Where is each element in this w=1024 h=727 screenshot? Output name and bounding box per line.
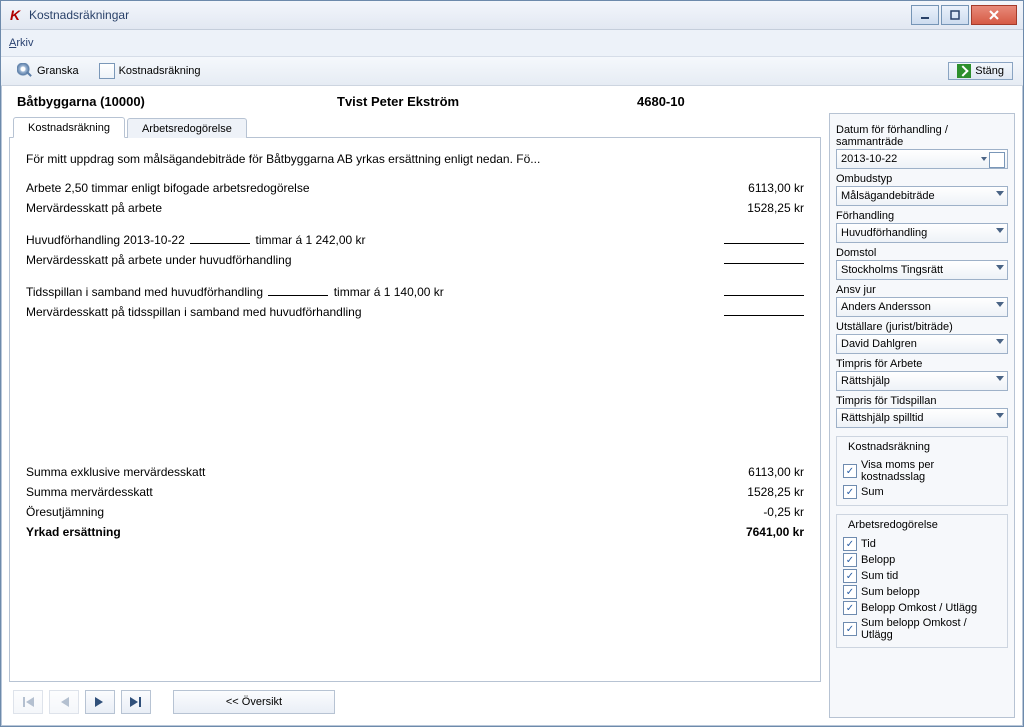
oresutjamning-amount: -0,25 kr [684,502,804,522]
oresutjamning-label: Öresutjämning [26,502,684,522]
row-arbete-amount: 6113,00 kr [684,178,804,198]
close-button[interactable] [971,5,1017,25]
group-arbetsredogorelse: Arbetsredogörelse ✓Tid ✓Belopp ✓Sum tid … [836,514,1008,648]
forhandling-select[interactable]: Huvudförhandling [836,223,1008,243]
sum-moms-amount: 1528,25 kr [684,482,804,502]
chk-sumbelopp-omkost[interactable]: ✓Sum belopp Omkost / Utlägg [843,617,1001,641]
nav-prev-button[interactable] [49,690,79,714]
chevron-down-icon [996,339,1004,344]
row-tidspillan-label: Tidsspillan i samband med huvudförhandli… [26,282,684,302]
client-name: Båtbyggarna (10000) [17,94,337,109]
toolbar-kostnadsrakning-label: Kostnadsräkning [119,65,201,77]
row-arbete-label: Arbete 2,50 timmar enligt bifogade arbet… [26,178,684,198]
group-kostnadsrakning-legend: Kostnadsräkning [845,441,933,453]
app-icon: K [7,7,23,23]
utstallare-select[interactable]: David Dahlgren [836,334,1008,354]
chk-tid[interactable]: ✓Tid [843,537,1001,551]
chk-visa-moms[interactable]: ✓Visa moms per kostnadsslag [843,459,1001,483]
titlebar: K Kostnadsräkningar [1,1,1023,30]
date-input[interactable]: 2013-10-22 [836,149,1008,169]
close-panel-button[interactable]: Stäng [948,62,1013,80]
yrkad-label: Yrkad ersättning [26,522,684,542]
chevron-down-icon [981,157,987,161]
chevron-down-icon [996,413,1004,418]
menu-arkiv[interactable]: Arkiv [9,37,33,49]
oversikt-button[interactable]: << Översikt [173,690,335,714]
group-arbetsredogorelse-legend: Arbetsredogörelse [845,519,941,531]
tab-kostnadsrakning[interactable]: Kostnadsräkning [13,117,125,138]
ansvjur-select[interactable]: Anders Andersson [836,297,1008,317]
case-header: Båtbyggarna (10000) Tvist Peter Ekström … [1,86,1023,113]
document-icon [99,63,115,79]
label-domstol: Domstol [836,247,1008,259]
toolbar-kostnadsrakning[interactable]: Kostnadsräkning [93,61,207,81]
nav-last-button[interactable] [121,690,151,714]
toolbar: Granska Kostnadsräkning Stäng [1,57,1023,86]
row-moms-tidspillan-label: Mervärdesskatt på tidsspillan i samband … [26,302,684,322]
content-area: Kostnadsräkning Arbetsredogörelse För mi… [1,113,1023,726]
yrkad-amount: 7641,00 kr [684,522,804,542]
chevron-down-icon [996,265,1004,270]
chevron-down-icon [996,376,1004,381]
menubar: Arkiv [1,30,1023,57]
ombudstyp-select[interactable]: Målsägandebiträde [836,186,1008,206]
sum-moms-label: Summa mervärdesskatt [26,482,684,502]
case-name: Tvist Peter Ekström [337,94,637,109]
doc-intro: För mitt uppdrag som målsägandebiträde f… [26,150,804,168]
chevron-down-icon [996,302,1004,307]
row-moms-arbete-label: Mervärdesskatt på arbete [26,198,684,218]
close-panel-label: Stäng [975,65,1004,77]
label-ansvjur: Ansv jur [836,284,1008,296]
minimize-button[interactable] [911,5,939,25]
document-view: För mitt uppdrag som målsägandebiträde f… [9,138,821,682]
row-moms-tidspillan-amount [684,302,804,322]
window-controls [911,5,1017,25]
chk-sumtid[interactable]: ✓Sum tid [843,569,1001,583]
side-panel: Datum för förhandling / sammanträde 2013… [829,113,1015,718]
domstol-select[interactable]: Stockholms Tingsrätt [836,260,1008,280]
record-nav: << Översikt [9,682,821,718]
chk-belopp[interactable]: ✓Belopp [843,553,1001,567]
window-title: Kostnadsräkningar [29,8,129,22]
label-forhandling: Förhandling [836,210,1008,222]
left-column: Kostnadsräkning Arbetsredogörelse För mi… [9,113,821,718]
magnifier-icon [17,63,33,79]
row-tidspillan-amount [684,282,804,302]
sum-excl-amount: 6113,00 kr [684,462,804,482]
label-tptidspillan: Timpris för Tidspillan [836,395,1008,407]
toolbar-granska[interactable]: Granska [11,61,85,81]
nav-next-button[interactable] [85,690,115,714]
toolbar-granska-label: Granska [37,65,79,77]
label-tparbete: Timpris för Arbete [836,358,1008,370]
chk-sumbelopp[interactable]: ✓Sum belopp [843,585,1001,599]
chk-sum[interactable]: ✓Sum [843,485,1001,499]
group-kostnadsrakning: Kostnadsräkning ✓Visa moms per kostnadss… [836,436,1008,506]
exit-icon [957,64,971,78]
tabs: Kostnadsräkning Arbetsredogörelse [9,113,821,138]
row-moms-huvud-label: Mervärdesskatt på arbete under huvudförh… [26,250,684,270]
nav-first-button[interactable] [13,690,43,714]
maximize-button[interactable] [941,5,969,25]
label-utstallare: Utställare (jurist/biträde) [836,321,1008,333]
case-number: 4680-10 [637,94,1007,109]
tab-arbetsredogorelse[interactable]: Arbetsredogörelse [127,118,247,138]
sum-excl-label: Summa exklusive mervärdesskatt [26,462,684,482]
date-value: 2013-10-22 [841,153,897,165]
row-huvudforhandling-amount [684,230,804,250]
calendar-icon [989,152,1005,168]
label-datum: Datum för förhandling / sammanträde [836,124,1008,148]
chk-belopp-omkost[interactable]: ✓Belopp Omkost / Utlägg [843,601,1001,615]
label-ombudstyp: Ombudstyp [836,173,1008,185]
chevron-down-icon [996,191,1004,196]
chevron-down-icon [996,228,1004,233]
row-huvudforhandling-label: Huvudförhandling 2013-10-22 timmar á 1 2… [26,230,684,250]
row-moms-huvud-amount [684,250,804,270]
tparbete-select[interactable]: Rättshjälp [836,371,1008,391]
tptidspillan-select[interactable]: Rättshjälp spilltid [836,408,1008,428]
app-window: K Kostnadsräkningar Arkiv Granska Kostna… [0,0,1024,727]
row-moms-arbete-amount: 1528,25 kr [684,198,804,218]
